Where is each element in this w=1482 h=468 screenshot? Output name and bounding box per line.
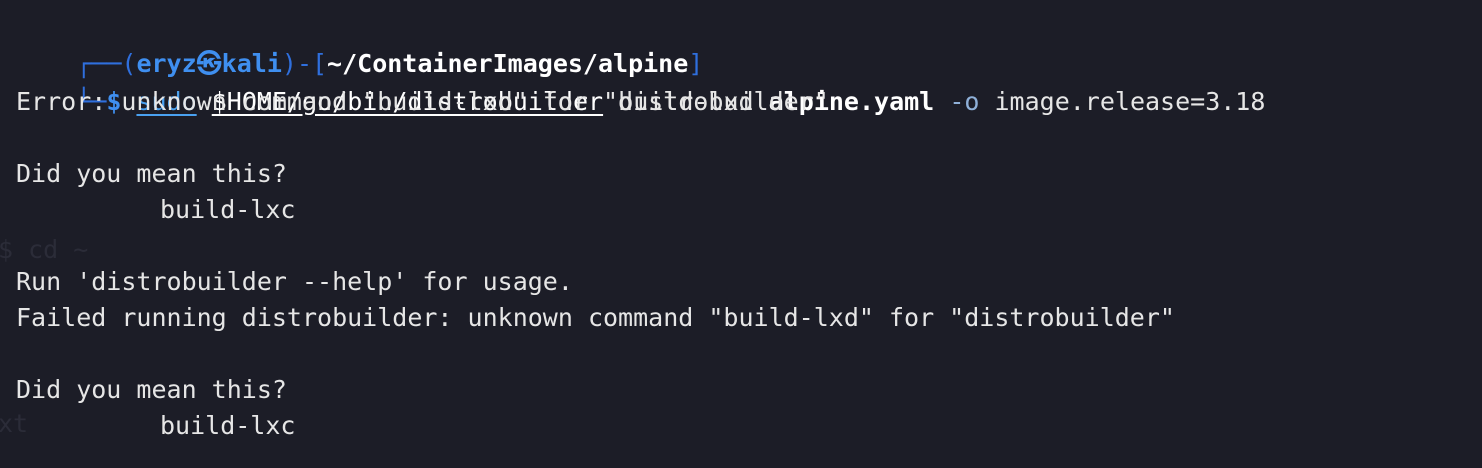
command-option: image.release=3.18	[994, 87, 1266, 116]
help-line: Run 'distrobuilder --help' for usage.	[16, 267, 573, 296]
command-flag: -o	[949, 87, 980, 116]
suggest-header-1: Did you mean this?	[16, 159, 287, 188]
terminal-window[interactable]: $ cd ~ xt ┌──(eryz㉿kali)-[~/ContainerIma…	[0, 0, 1482, 468]
ghost-text-1: $ cd ~	[0, 235, 89, 264]
suggest-header-2: Did you mean this?	[16, 375, 287, 404]
error-line: Error: unknown command "build-lxd" for "…	[16, 87, 829, 116]
failed-line: Failed running distrobuilder: unknown co…	[16, 303, 1175, 332]
suggestion-2: build-lxc	[160, 411, 296, 440]
suggestion-1: build-lxc	[160, 195, 296, 224]
command-line[interactable]: └─$ sudo $HOME/go/bin/distrobuilder buil…	[16, 48, 1265, 116]
prompt-line-top: ┌──(eryz㉿kali)-[~/ContainerImages/alpine…	[16, 10, 703, 78]
